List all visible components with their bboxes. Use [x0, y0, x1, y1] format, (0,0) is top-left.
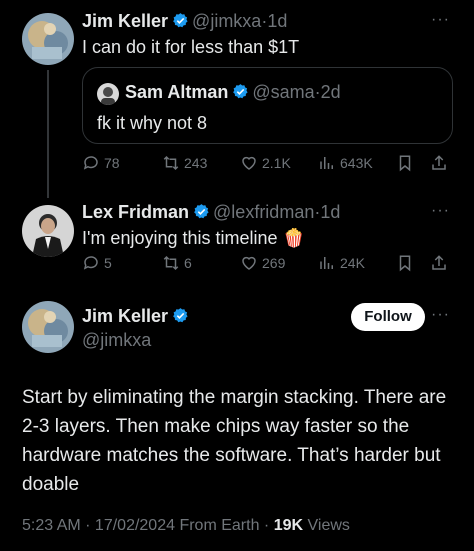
retweet-icon	[163, 155, 179, 171]
tweet-text: I can do it for less than $1T	[82, 37, 300, 57]
avatar-jim-keller[interactable]	[22, 13, 74, 65]
author-name[interactable]: Jim Keller	[82, 306, 168, 326]
author-handle[interactable]: @lexfridman	[213, 202, 314, 222]
avatar-jim-keller[interactable]	[22, 301, 74, 353]
retweet-count: 6	[184, 255, 192, 271]
quote-author-name: Sam Altman	[125, 82, 229, 102]
share-icon	[432, 155, 446, 170]
bookmark-icon	[399, 155, 411, 172]
tweet-time[interactable]: 1d	[320, 202, 340, 222]
verified-badge-icon	[173, 13, 188, 28]
more-options-icon[interactable]: ···	[431, 11, 450, 29]
quoted-tweet[interactable]: Sam Altman @sama·2d fk it why not 8	[82, 67, 453, 144]
like-button[interactable]: 269	[240, 254, 285, 272]
tweet2-header: Lex Fridman @lexfridman·1d	[82, 202, 340, 223]
like-button[interactable]: 2.1K	[240, 154, 291, 172]
tweet1-actions: 78 243 2.1K 643K	[82, 154, 452, 176]
author-handle[interactable]: @jimkxa	[192, 11, 261, 31]
tweet-metadata: 5:23 AM · 17/02/2024 From Earth · 19K Vi…	[22, 517, 350, 535]
heart-icon	[242, 156, 256, 170]
views-chart-icon	[320, 257, 333, 269]
verified-badge-icon	[194, 204, 209, 219]
view-count: 643K	[340, 155, 373, 171]
bookmark-button[interactable]	[396, 254, 414, 272]
bookmark-button[interactable]	[396, 154, 414, 172]
main-tweet-text: Start by eliminating the margin stacking…	[22, 387, 447, 495]
share-icon	[432, 255, 446, 270]
quote-time: 2d	[320, 82, 341, 102]
retweet-button[interactable]: 6	[162, 254, 192, 272]
views-button[interactable]: 24K	[318, 254, 365, 272]
bookmark-icon	[399, 255, 411, 272]
author-name[interactable]: Jim Keller	[82, 11, 168, 31]
like-count: 2.1K	[262, 155, 291, 171]
views-button[interactable]: 643K	[318, 154, 373, 172]
reply-count: 5	[104, 255, 112, 271]
verified-badge-icon	[173, 308, 188, 323]
tweet2-actions: 5 6 269 24K	[82, 254, 452, 276]
quote-header: Sam Altman @sama·2d	[125, 82, 341, 103]
retweet-count: 243	[184, 155, 208, 171]
reply-button[interactable]: 5	[82, 254, 112, 272]
popcorn-emoji: 🍿	[282, 228, 305, 248]
views-chart-icon	[320, 157, 333, 169]
author-name[interactable]: Lex Fridman	[82, 202, 189, 222]
tweet-text: I'm enjoying this timeline	[82, 228, 278, 248]
more-options-icon[interactable]: ···	[431, 306, 450, 324]
quote-text: fk it why not 8	[97, 113, 208, 133]
more-options-icon[interactable]: ···	[431, 202, 450, 220]
author-handle[interactable]: @jimkxa	[82, 330, 151, 351]
quote-author-handle: @sama	[252, 82, 315, 102]
retweet-button[interactable]: 243	[162, 154, 207, 172]
avatar-sam-altman	[97, 83, 119, 105]
share-button[interactable]	[430, 254, 448, 272]
view-count: 24K	[340, 255, 365, 271]
verified-badge-icon	[233, 84, 248, 99]
thread-connector	[47, 70, 49, 198]
avatar-lex-fridman[interactable]	[22, 205, 74, 257]
tweet-timestamp[interactable]: 5:23 AM · 17/02/2024 From Earth ·	[22, 517, 269, 534]
like-count: 269	[262, 255, 286, 271]
tweet-time[interactable]: 1d	[267, 11, 287, 31]
heart-icon	[242, 256, 256, 270]
retweet-icon	[163, 255, 179, 271]
reply-count: 78	[104, 155, 120, 171]
reply-button[interactable]: 78	[82, 154, 120, 172]
reply-icon	[83, 256, 98, 270]
main-tweet-header: Jim Keller	[82, 306, 192, 327]
tweet1-header: Jim Keller @jimkxa·1d	[82, 11, 287, 32]
views-count: 19K	[273, 517, 304, 534]
reply-icon	[83, 156, 98, 170]
share-button[interactable]	[430, 154, 448, 172]
views-label: Views	[307, 517, 350, 534]
tweet2-body: I'm enjoying this timeline 🍿	[82, 226, 305, 250]
follow-button[interactable]: Follow	[351, 303, 425, 331]
